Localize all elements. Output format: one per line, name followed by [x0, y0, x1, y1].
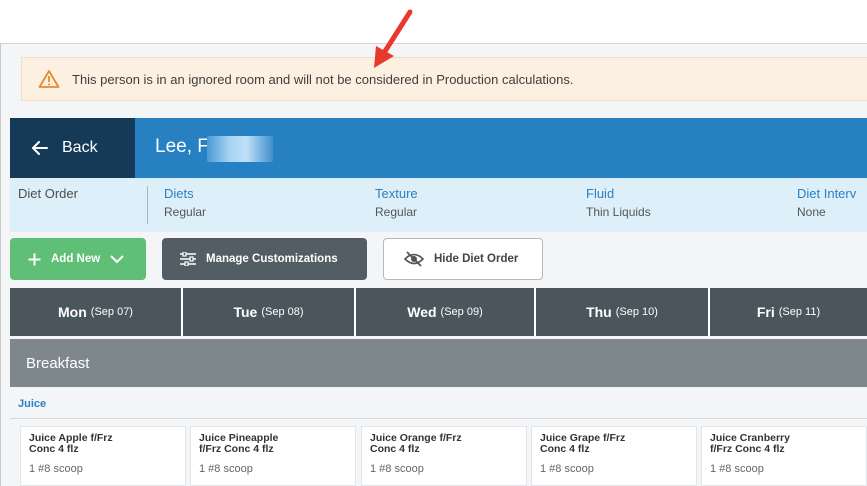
- diet-column-value: Regular: [164, 205, 207, 219]
- day-tab-tue[interactable]: Tue (Sep 08): [183, 288, 356, 336]
- redacted-name-block: [207, 136, 273, 162]
- menu-item-name: f/Frz Conc 4 flz: [710, 443, 785, 455]
- divider: [147, 186, 148, 224]
- annotation-arrow-icon: [374, 9, 413, 68]
- meal-header: Breakfast: [10, 339, 867, 387]
- day-name: Fri: [756, 304, 775, 320]
- back-label: Back: [62, 139, 98, 156]
- menu-item-card[interactable]: Juice Orange f/Frz Conc 4 flz 1 #8 scoop: [361, 426, 527, 486]
- menu-item-card[interactable]: Juice Pineapple f/Frz Conc 4 flz 1 #8 sc…: [190, 426, 356, 486]
- chevron-down-icon: [110, 254, 124, 263]
- plus-icon: [28, 253, 41, 265]
- diet-column-value: Thin Liquids: [586, 205, 651, 219]
- menu-item-card[interactable]: Juice Grape f/Frz Conc 4 flz 1 #8 scoop: [531, 426, 697, 486]
- day-tab-thu[interactable]: Thu (Sep 10): [536, 288, 710, 336]
- back-button[interactable]: Back: [10, 118, 135, 178]
- day-tab-mon[interactable]: Mon (Sep 07): [10, 288, 183, 336]
- menu-item-card[interactable]: Juice Cranberry f/Frz Conc 4 flz 1 #8 sc…: [701, 426, 867, 486]
- patient-name: Lee, F: [155, 136, 209, 157]
- section-label: Juice: [18, 398, 47, 410]
- warning-icon: [38, 70, 60, 88]
- menu-item-portion: 1 #8 scoop: [710, 463, 764, 475]
- diet-column-title: Texture: [375, 186, 418, 201]
- diet-order-row: Diet Order Diets Regular Texture Regular…: [10, 178, 867, 232]
- menu-item-portion: 1 #8 scoop: [370, 463, 424, 475]
- patient-header: Back Lee, F: [10, 118, 867, 178]
- menu-item-portion: 1 #8 scoop: [540, 463, 594, 475]
- diet-column-title: Diets: [164, 186, 194, 201]
- diet-column-value: Regular: [375, 205, 418, 219]
- ignored-room-warning: This person is in an ignored room and wi…: [21, 57, 867, 101]
- menu-item-name: Conc 4 flz: [370, 443, 420, 455]
- day-tabs: Mon (Sep 07) Tue (Sep 08) Wed (Sep 09) T…: [10, 288, 867, 336]
- manage-customizations-button[interactable]: Manage Customizations: [162, 238, 367, 280]
- day-tab-wed[interactable]: Wed (Sep 09): [356, 288, 536, 336]
- hide-diet-order-button[interactable]: Hide Diet Order: [383, 238, 543, 280]
- day-date: (Sep 07): [90, 306, 133, 318]
- manage-customizations-label: Manage Customizations: [206, 253, 338, 265]
- day-name: Mon: [58, 304, 87, 320]
- add-new-label: Add New: [51, 253, 101, 265]
- day-date: (Sep 08): [261, 306, 304, 318]
- menu-item-name: Conc 4 flz: [540, 443, 590, 455]
- menu-item-portion: 1 #8 scoop: [199, 463, 253, 475]
- warning-text: This person is in an ignored room and wi…: [72, 71, 574, 87]
- day-tab-fri[interactable]: Fri (Sep 11): [710, 288, 867, 336]
- eye-slash-icon: [404, 251, 424, 267]
- diet-column-title: Fluid: [586, 186, 615, 201]
- diet-column-value: None: [797, 205, 826, 219]
- diet-column-interventions[interactable]: Diet Interv None: [797, 186, 856, 219]
- divider: [10, 418, 867, 419]
- sliders-icon: [180, 252, 196, 266]
- day-date: (Sep 10): [615, 306, 658, 318]
- add-new-button[interactable]: Add New: [10, 238, 146, 280]
- day-name: Tue: [233, 304, 258, 320]
- day-date: (Sep 09): [440, 306, 483, 318]
- day-name: Thu: [586, 304, 612, 320]
- diet-column-texture[interactable]: Texture Regular: [375, 186, 418, 219]
- diet-order-label: Diet Order: [18, 186, 78, 201]
- menu-item-name: Conc 4 flz: [29, 443, 79, 455]
- day-date: (Sep 11): [778, 306, 821, 318]
- menu-item-name: f/Frz Conc 4 flz: [199, 443, 274, 455]
- arrow-left-icon: [32, 141, 48, 155]
- hide-diet-order-label: Hide Diet Order: [434, 253, 519, 265]
- menu-item-card[interactable]: Juice Apple f/Frz Conc 4 flz 1 #8 scoop: [20, 426, 186, 486]
- diet-column-title: Diet Interv: [797, 186, 857, 201]
- diet-column-diets[interactable]: Diets Regular: [164, 186, 206, 219]
- menu-item-portion: 1 #8 scoop: [29, 463, 83, 475]
- diet-column-fluid[interactable]: Fluid Thin Liquids: [586, 186, 651, 219]
- day-name: Wed: [407, 304, 437, 320]
